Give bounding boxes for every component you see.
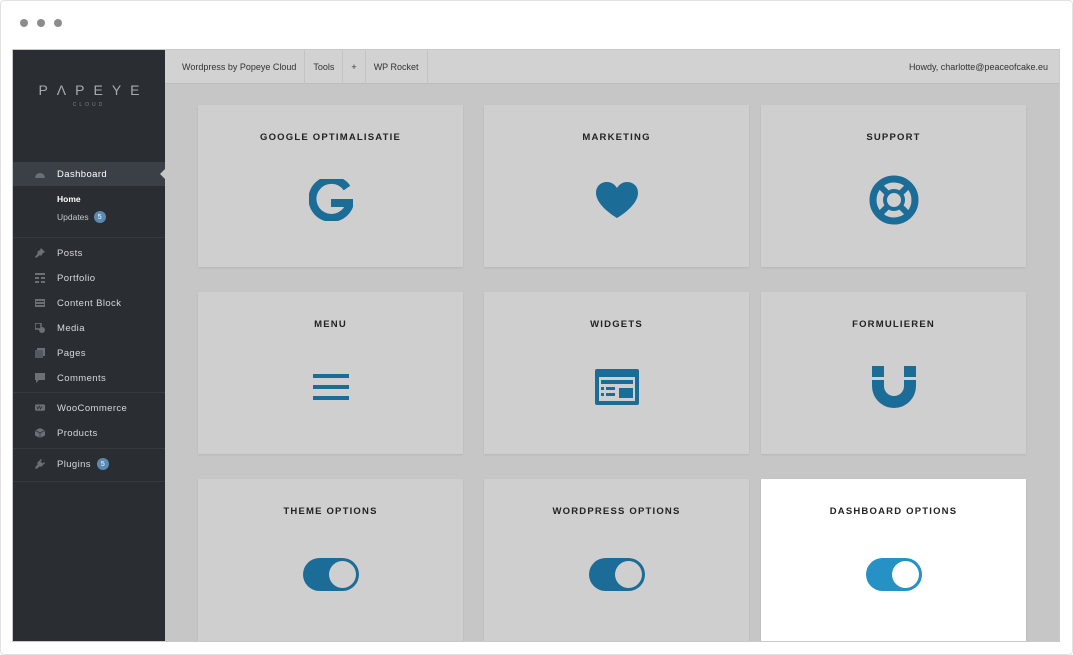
box-icon xyxy=(35,428,45,438)
magnet-icon xyxy=(864,360,924,414)
dashboard-options-toggle[interactable] xyxy=(865,557,922,591)
sidebar-item-label: Pages xyxy=(57,347,86,359)
sidebar-subitem-updates[interactable]: Updates 5 xyxy=(57,211,106,223)
sidebar-item-label: Comments xyxy=(57,372,107,384)
sidebar-subitem-home[interactable]: Home xyxy=(57,194,81,204)
logo[interactable]: PɅPEYE CLOUD xyxy=(13,82,165,108)
sidebar-subitem-label: Updates xyxy=(57,212,89,222)
card-title: MENU xyxy=(314,319,347,330)
widget-icon xyxy=(587,360,647,414)
topbar-new-link[interactable]: + xyxy=(343,50,366,84)
card-title: WIDGETS xyxy=(590,319,643,330)
dashboard-icon xyxy=(35,169,45,179)
pin-icon xyxy=(35,248,45,258)
sidebar-divider xyxy=(13,392,165,393)
sidebar-item-posts[interactable]: Posts xyxy=(13,241,165,265)
wordpress-options-toggle[interactable] xyxy=(588,557,645,591)
hamburger-icon xyxy=(301,360,361,414)
sidebar-item-products[interactable]: Products xyxy=(13,421,165,445)
media-icon xyxy=(35,323,45,333)
sidebar-divider xyxy=(13,481,165,482)
admin-topbar: Wordpress by Popeye Cloud Tools + WP Roc… xyxy=(165,50,1059,84)
topbar-tools-link[interactable]: Tools xyxy=(305,50,344,84)
topbar-user-greeting[interactable]: Howdy, charlotte@peaceofcake.eu xyxy=(909,62,1059,72)
sidebar-item-label: Posts xyxy=(57,247,83,259)
heart-icon xyxy=(587,173,647,227)
sidebar-item-label: Media xyxy=(57,322,85,334)
card-title: THEME OPTIONS xyxy=(283,506,378,517)
card-theme-options[interactable]: THEME OPTIONS xyxy=(198,479,463,641)
grid-icon xyxy=(35,273,45,283)
sidebar-item-label: Plugins xyxy=(57,458,91,470)
topbar-wp-rocket-link[interactable]: WP Rocket xyxy=(366,50,428,84)
browser-frame: PɅPEYE CLOUD Dashboard Home Updates 5 Po… xyxy=(0,0,1073,655)
comment-icon xyxy=(35,373,45,383)
topbar-site-link[interactable]: Wordpress by Popeye Cloud xyxy=(165,50,306,84)
theme-options-toggle[interactable] xyxy=(302,557,359,591)
card-google-optimalisatie[interactable]: GOOGLE OPTIMALISATIE xyxy=(198,105,463,267)
card-title: WORDPRESS OPTIONS xyxy=(552,506,681,517)
toggle-knob xyxy=(614,560,642,588)
sidebar-item-content-block[interactable]: Content Block xyxy=(13,291,165,315)
toggle-icon xyxy=(587,547,647,601)
card-formulieren[interactable]: FORMULIEREN xyxy=(761,292,1026,454)
sidebar-item-label: Products xyxy=(57,427,98,439)
sidebar-subitem-label: Home xyxy=(57,194,81,204)
card-support[interactable]: SUPPORT xyxy=(761,105,1026,267)
woo-icon xyxy=(35,403,45,413)
card-menu[interactable]: MENU xyxy=(198,292,463,454)
card-title: SUPPORT xyxy=(866,132,921,143)
sidebar-divider xyxy=(13,448,165,449)
card-marketing[interactable]: MARKETING xyxy=(484,105,749,267)
toggle-knob xyxy=(891,560,919,588)
sidebar-item-portfolio[interactable]: Portfolio xyxy=(13,266,165,290)
toggle-icon xyxy=(864,547,924,601)
toggle-icon xyxy=(301,547,361,601)
sidebar-item-comments[interactable]: Comments xyxy=(13,366,165,390)
block-icon xyxy=(35,298,45,308)
card-dashboard-options[interactable]: DASHBOARD OPTIONS xyxy=(761,479,1026,641)
app-screen: PɅPEYE CLOUD Dashboard Home Updates 5 Po… xyxy=(12,49,1060,642)
toggle-knob xyxy=(328,560,356,588)
updates-count-badge: 5 xyxy=(93,211,106,223)
sidebar: PɅPEYE CLOUD Dashboard Home Updates 5 Po… xyxy=(13,50,166,641)
logo-text: PɅPEYE xyxy=(38,82,149,98)
sidebar-item-pages[interactable]: Pages xyxy=(13,341,165,365)
window-dot[interactable] xyxy=(20,19,28,27)
card-title: DASHBOARD OPTIONS xyxy=(829,506,958,517)
window-controls xyxy=(20,19,62,27)
sidebar-divider xyxy=(13,237,165,238)
sidebar-item-label: WooCommerce xyxy=(57,402,128,414)
card-title: FORMULIEREN xyxy=(852,319,935,330)
pages-icon xyxy=(35,348,45,358)
sidebar-item-dashboard[interactable]: Dashboard xyxy=(13,162,166,186)
sidebar-item-label: Portfolio xyxy=(57,272,96,284)
plug-icon xyxy=(35,459,45,469)
card-widgets[interactable]: WIDGETS xyxy=(484,292,749,454)
window-dot[interactable] xyxy=(54,19,62,27)
sidebar-item-plugins[interactable]: Plugins 5 xyxy=(13,452,165,476)
card-title: MARKETING xyxy=(582,132,651,143)
window-dot[interactable] xyxy=(37,19,45,27)
plugins-count-badge: 5 xyxy=(97,458,109,470)
sidebar-item-woocommerce[interactable]: WooCommerce xyxy=(13,396,165,420)
card-title: GOOGLE OPTIMALISATIE xyxy=(260,132,401,143)
sidebar-item-label: Content Block xyxy=(57,297,122,309)
card-wordpress-options[interactable]: WORDPRESS OPTIONS xyxy=(484,479,749,641)
google-icon xyxy=(301,173,361,227)
sidebar-item-media[interactable]: Media xyxy=(13,316,165,340)
lifebuoy-icon xyxy=(864,173,924,227)
logo-subtext: CLOUD xyxy=(72,102,106,108)
sidebar-item-label: Dashboard xyxy=(57,168,108,180)
